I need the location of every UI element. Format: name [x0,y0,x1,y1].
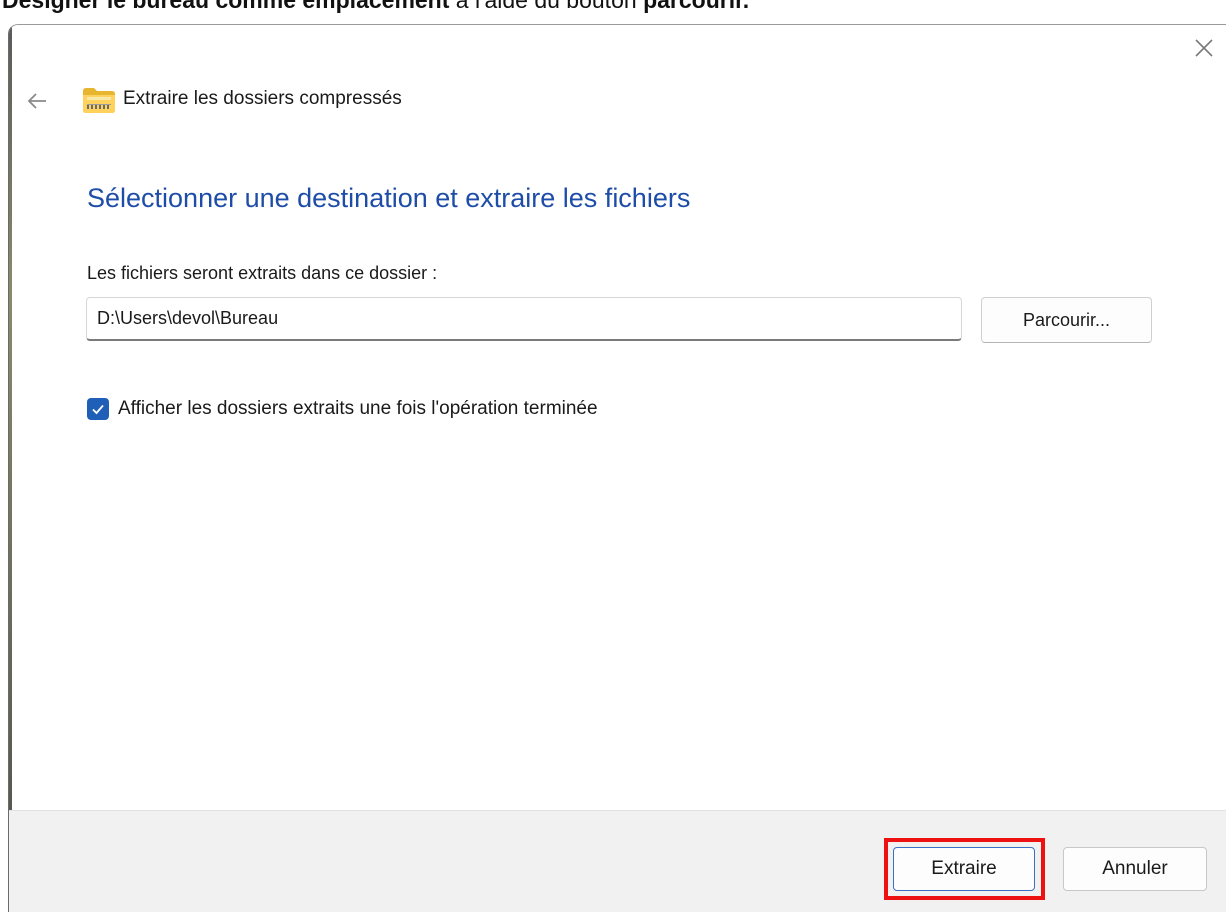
caption-text: à l'aide du bouton [449,0,644,13]
screenshot: Désigner le bureau comme emplacement à l… [0,0,1226,912]
wizard-title: Extraire les dossiers compressés [123,88,402,109]
extract-wizard-dialog: Extraire les dossiers compressés Sélecti… [8,24,1226,912]
dialog-footer: Extraire Annuler [9,810,1226,912]
destination-label: Les fichiers seront extraits dans ce dos… [87,263,438,283]
extract-button[interactable]: Extraire [893,847,1035,891]
close-icon[interactable] [1192,37,1216,61]
cancel-button[interactable]: Annuler [1063,847,1207,891]
instruction-caption: Désigner le bureau comme emplacement à l… [2,0,749,14]
destination-path-input[interactable] [86,297,962,341]
checkmark-icon [92,404,104,415]
window-edge [9,25,12,912]
zip-folder-icon [81,85,117,115]
caption-bold-2: parcourir. [643,0,750,13]
browse-button[interactable]: Parcourir... [981,297,1152,343]
show-extracted-label: Afficher les dossiers extraits une fois … [118,398,598,419]
show-extracted-checkbox[interactable] [87,398,109,420]
show-extracted-checkbox-row[interactable]: Afficher les dossiers extraits une fois … [87,395,598,423]
page-heading: Sélectionner une destination et extraire… [87,183,691,213]
back-arrow-icon[interactable] [25,89,49,113]
caption-bold-1: Désigner le bureau comme emplacement [2,0,450,13]
